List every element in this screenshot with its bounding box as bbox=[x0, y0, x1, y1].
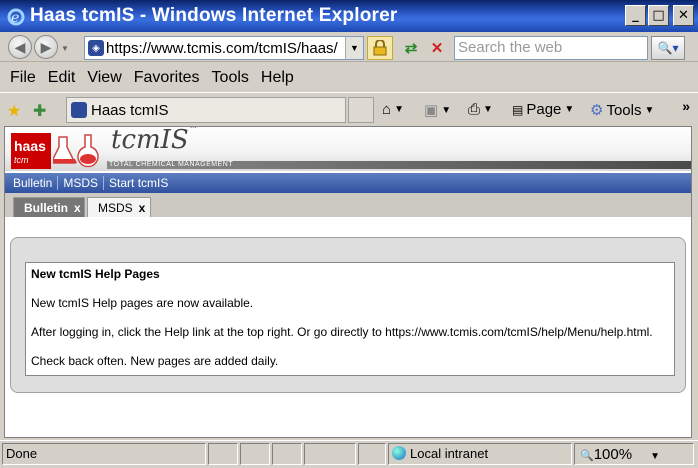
tools-menu-button[interactable]: ⚙ Tools ▼ bbox=[590, 101, 654, 120]
nav-separator bbox=[57, 176, 59, 190]
haas-logo: haas tcm bbox=[11, 133, 51, 169]
url-text[interactable]: https://www.tcmis.com/tcmIS/haas/ bbox=[106, 40, 344, 57]
page-menu-label: Page bbox=[526, 101, 562, 118]
add-favorite-icon[interactable]: ✚ bbox=[33, 101, 46, 121]
search-input[interactable]: Search the web bbox=[454, 36, 648, 60]
status-cell bbox=[272, 443, 302, 465]
home-button[interactable]: ⌂ ▼ bbox=[382, 101, 404, 118]
flasks-icon bbox=[53, 134, 99, 168]
rss-feed-icon: ▣ bbox=[424, 102, 439, 119]
zoom-icon: 🔍 bbox=[580, 450, 594, 462]
browser-tab-label: Haas tcmIS bbox=[91, 101, 169, 119]
new-tab-button[interactable] bbox=[348, 97, 374, 123]
stop-icon: ✕ bbox=[430, 40, 444, 57]
recent-pages-dropdown[interactable]: ▼ bbox=[61, 44, 69, 53]
page-tabs: Bulletin x MSDS x bbox=[5, 193, 691, 217]
bulletin-paragraph: New tcmIS Help pages are now available. bbox=[31, 296, 254, 310]
zoom-level: 100% bbox=[593, 446, 633, 463]
brand-text: tcmIS bbox=[111, 126, 189, 155]
menu-bar: File Edit View Favorites Tools Help bbox=[0, 63, 698, 93]
bulletin-paragraph: Check back often. New pages are added da… bbox=[31, 354, 279, 368]
ie-logo-icon: e bbox=[7, 8, 25, 26]
security-lock-button[interactable] bbox=[367, 36, 393, 60]
tab-bulletin-label: Bulletin bbox=[24, 200, 68, 215]
content-frame: New tcmIS Help Pages New tcmIS Help page… bbox=[10, 237, 686, 393]
back-button[interactable]: ◀ bbox=[8, 35, 32, 59]
bulletin-panel: New tcmIS Help Pages New tcmIS Help page… bbox=[25, 262, 675, 376]
tcmis-brand: tcmIS™ bbox=[111, 126, 198, 155]
zoom-dropdown-icon: ▼ bbox=[650, 451, 660, 462]
status-cell bbox=[304, 443, 356, 465]
status-cell bbox=[358, 443, 386, 465]
forward-arrow-icon: ▶ bbox=[40, 38, 52, 55]
close-button[interactable]: ✕ bbox=[673, 5, 694, 26]
zoom-control[interactable]: 🔍100% ▼ bbox=[580, 446, 660, 463]
window-title: Haas tcmIS - Windows Internet Explorer bbox=[30, 5, 398, 26]
web-page: haas tcm tcmIS™ TOTAL CHEMICAL MANAGEMEN… bbox=[4, 126, 692, 438]
printer-icon: ⎙ bbox=[468, 101, 481, 118]
search-icon: 🔍▾ bbox=[657, 41, 679, 55]
tab-bulletin-close-icon[interactable]: x bbox=[74, 201, 81, 215]
menu-favorites[interactable]: Favorites bbox=[134, 69, 200, 87]
bulletin-paragraph: After logging in, click the Help link at… bbox=[31, 325, 653, 339]
forward-button[interactable]: ▶ bbox=[34, 35, 58, 59]
back-arrow-icon: ◀ bbox=[14, 38, 26, 55]
tools-menu-label: Tools bbox=[606, 101, 642, 119]
security-zone: Local intranet bbox=[392, 446, 488, 461]
bulletin-title: New tcmIS Help Pages bbox=[31, 267, 160, 281]
address-toolbar: ◀ ▶ ▼ ◈ https://www.tcmis.com/tcmIS/haas… bbox=[0, 32, 698, 62]
zone-label: Local intranet bbox=[410, 446, 489, 461]
browser-tab[interactable]: Haas tcmIS bbox=[66, 97, 346, 123]
nav-link-msds[interactable]: MSDS bbox=[63, 176, 98, 190]
site-nav: Bulletin MSDS Start tcmIS bbox=[5, 173, 691, 193]
maximize-button[interactable]: □ bbox=[648, 5, 669, 26]
tab-msds[interactable]: MSDS x bbox=[87, 197, 151, 217]
lock-icon bbox=[373, 40, 387, 56]
status-bar: Done Local intranet 🔍100% ▼ bbox=[0, 440, 698, 468]
tab-msds-close-icon[interactable]: x bbox=[139, 201, 146, 215]
stop-button[interactable]: ✕ bbox=[426, 37, 448, 59]
nav-link-start-tcmis[interactable]: Start tcmIS bbox=[109, 176, 168, 190]
status-text: Done bbox=[6, 446, 38, 461]
status-cell bbox=[208, 443, 238, 465]
status-cell bbox=[240, 443, 270, 465]
tab-favicon-icon bbox=[71, 102, 87, 118]
nav-separator bbox=[103, 176, 105, 190]
site-banner: haas tcm tcmIS™ TOTAL CHEMICAL MANAGEMEN… bbox=[5, 126, 691, 171]
favorites-star-icon[interactable]: ★ bbox=[7, 101, 21, 121]
tab-msds-label: MSDS bbox=[98, 200, 133, 215]
globe-icon bbox=[392, 446, 406, 460]
nav-link-bulletin[interactable]: Bulletin bbox=[13, 176, 52, 190]
gear-icon: ⚙ bbox=[590, 102, 604, 119]
menu-edit[interactable]: Edit bbox=[48, 69, 76, 87]
menu-file[interactable]: File bbox=[10, 69, 36, 87]
svg-text:e: e bbox=[11, 10, 19, 26]
minimize-button[interactable]: _ bbox=[625, 5, 646, 26]
search-button[interactable]: 🔍▾ bbox=[651, 36, 685, 60]
trademark-symbol: ™ bbox=[188, 126, 198, 135]
tab-bulletin[interactable]: Bulletin x bbox=[13, 197, 85, 217]
command-bar: ★ ✚ Haas tcmIS ⌂ ▼ ▣ ▼ ⎙ ▼ ▤ Page ▼ ⚙ Tools ▼ » bbox=[0, 94, 698, 125]
print-button[interactable]: ⎙ ▼ bbox=[468, 101, 493, 118]
menu-view[interactable]: View bbox=[87, 69, 121, 87]
site-favicon-icon: ◈ bbox=[88, 40, 104, 56]
more-chevron-icon[interactable]: » bbox=[682, 98, 690, 114]
menu-tools[interactable]: Tools bbox=[212, 69, 249, 87]
page-icon: ▤ bbox=[512, 102, 524, 117]
logo-sub: tcm bbox=[14, 155, 29, 165]
address-field[interactable]: ◈ https://www.tcmis.com/tcmIS/haas/ ▼ bbox=[84, 36, 364, 60]
tagline: TOTAL CHEMICAL MANAGEMENT bbox=[109, 161, 234, 168]
home-icon: ⌂ bbox=[382, 101, 392, 118]
address-dropdown-button[interactable]: ▼ bbox=[345, 37, 363, 59]
title-bar: e Haas tcmIS - Windows Internet Explorer… bbox=[0, 0, 698, 32]
feeds-button[interactable]: ▣ ▼ bbox=[424, 101, 451, 119]
menu-help[interactable]: Help bbox=[261, 69, 294, 87]
refresh-icon: ⇄ bbox=[404, 40, 418, 57]
page-menu-button[interactable]: ▤ Page ▼ bbox=[512, 101, 574, 118]
logo-text: haas bbox=[14, 138, 46, 154]
refresh-button[interactable]: ⇄ bbox=[400, 37, 422, 59]
